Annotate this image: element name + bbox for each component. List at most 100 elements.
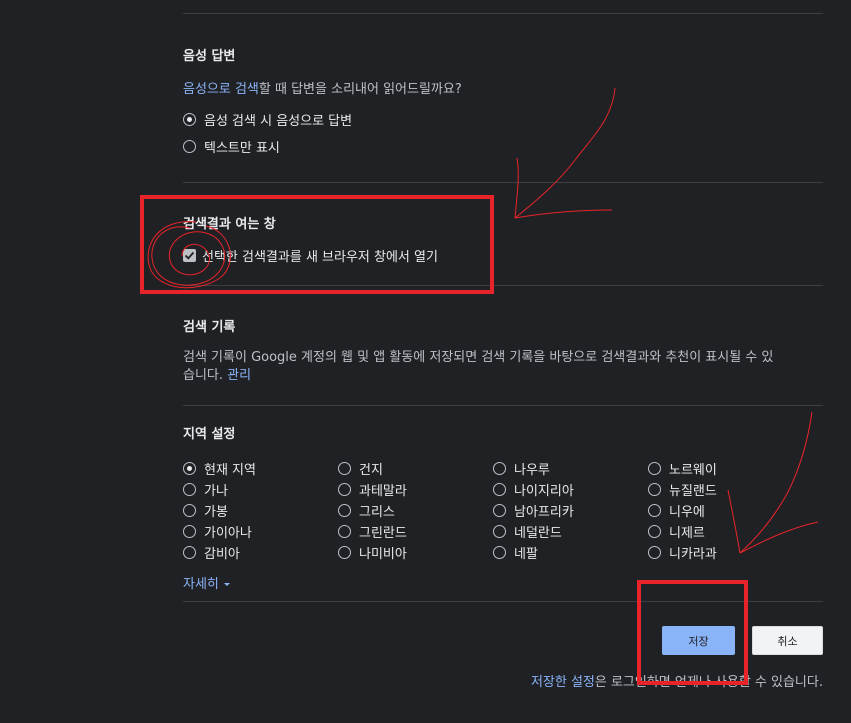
radio-button[interactable]: [183, 482, 196, 496]
divider-after-voice: [183, 182, 823, 183]
radio-button[interactable]: [493, 461, 506, 475]
region-option-label: 니제르: [669, 525, 705, 541]
region-option[interactable]: 남아프리카: [493, 501, 574, 520]
annotation-box-results-window: [140, 195, 494, 294]
radio-button[interactable]: [493, 524, 506, 538]
history-description-line1: 검색 기록이 Google 계정의 웹 및 앱 활동에 저장되면 검색 기록을 …: [183, 350, 774, 365]
region-option-label: 그리스: [359, 504, 395, 520]
divider-after-region: [183, 601, 823, 602]
region-option-label: 니우에: [669, 504, 705, 520]
new-window-checkbox[interactable]: [183, 248, 196, 262]
cancel-button[interactable]: 취소: [752, 626, 823, 655]
radio-button[interactable]: [648, 461, 661, 475]
voice-search-link[interactable]: 음성으로 검색: [183, 82, 259, 97]
region-more-link[interactable]: 자세히: [183, 573, 231, 592]
history-description: 검색 기록이 Google 계정의 웹 및 앱 활동에 저장되면 검색 기록을 …: [183, 349, 823, 385]
radio-button[interactable]: [338, 461, 351, 475]
voice-section-title: 음성 답변: [183, 49, 236, 64]
region-option[interactable]: 그린란드: [338, 522, 407, 541]
region-section-title: 지역 설정: [183, 427, 236, 442]
radio-button[interactable]: [493, 482, 506, 496]
region-option[interactable]: 그리스: [338, 501, 395, 520]
region-option-label: 건지: [359, 462, 383, 478]
annotation-arrow-bottom-head1: [727, 489, 741, 554]
region-option[interactable]: 건지: [338, 459, 383, 478]
region-option[interactable]: 니우에: [648, 501, 705, 520]
region-option-label: 니카라과: [669, 546, 717, 562]
radio-button-selected[interactable]: [183, 112, 196, 126]
radio-button[interactable]: [338, 482, 351, 496]
radio-button[interactable]: [648, 503, 661, 517]
region-option[interactable]: 뉴질랜드: [648, 480, 717, 499]
radio-button[interactable]: [648, 545, 661, 559]
save-button[interactable]: 저장: [662, 626, 735, 655]
region-option-label: 남아프리카: [514, 504, 574, 520]
region-more-label: 자세히: [183, 577, 219, 592]
region-option[interactable]: 과테말라: [338, 480, 407, 499]
caret-down-icon: [224, 583, 231, 586]
region-option[interactable]: 감비아: [183, 543, 240, 562]
region-option[interactable]: 가봉: [183, 501, 228, 520]
region-option-label: 과테말라: [359, 483, 407, 499]
radio-button[interactable]: [648, 524, 661, 538]
voice-option-speak-label: 음성 검색 시 음성으로 답변: [204, 113, 353, 129]
radio-button[interactable]: [183, 139, 196, 153]
radio-button[interactable]: [493, 503, 506, 517]
region-option[interactable]: 네덜란드: [493, 522, 562, 541]
history-manage-link[interactable]: 관리: [227, 368, 251, 383]
voice-option-speak[interactable]: 음성 검색 시 음성으로 답변: [183, 110, 353, 129]
region-option[interactable]: 나우루: [493, 459, 550, 478]
annotation-arrow-bottom-head2: [739, 521, 819, 554]
radio-button-selected[interactable]: [183, 461, 196, 475]
new-window-checkbox-row[interactable]: 선택한 검색결과를 새 브라우저 창에서 열기: [183, 246, 438, 265]
saved-settings-link[interactable]: 저장한 설정: [531, 675, 595, 690]
region-option[interactable]: 나미비아: [338, 543, 407, 562]
region-option[interactable]: 나이지리아: [493, 480, 574, 499]
annotation-arrow-top: [514, 87, 616, 219]
radio-button[interactable]: [338, 524, 351, 538]
region-option-label: 감비아: [204, 546, 240, 562]
region-option-label: 나이지리아: [514, 483, 574, 499]
voice-question: 음성으로 검색할 때 답변을 소리내어 읽어드릴까요?: [183, 78, 462, 97]
new-window-checkbox-label: 선택한 검색결과를 새 브라우저 창에서 열기: [202, 249, 438, 265]
region-option[interactable]: 현재 지역: [183, 459, 256, 478]
region-option-label: 네팔: [514, 546, 538, 562]
radio-button[interactable]: [493, 545, 506, 559]
annotation-arrow-top-head1: [514, 157, 519, 219]
divider-top: [183, 13, 823, 14]
region-option[interactable]: 가이아나: [183, 522, 252, 541]
voice-option-text[interactable]: 텍스트만 표시: [183, 137, 280, 156]
region-option-label: 가봉: [204, 504, 228, 520]
voice-option-text-label: 텍스트만 표시: [204, 140, 280, 156]
region-option-label: 뉴질랜드: [669, 483, 717, 499]
checkmark-icon: [184, 251, 195, 260]
region-option[interactable]: 니카라과: [648, 543, 717, 562]
region-option[interactable]: 니제르: [648, 522, 705, 541]
divider-after-results: [183, 285, 823, 286]
region-option[interactable]: 노르웨이: [648, 459, 717, 478]
annotation-arrow-top-head2: [514, 209, 613, 219]
radio-button[interactable]: [338, 545, 351, 559]
region-option-label: 네덜란드: [514, 525, 562, 541]
region-option-label: 가이아나: [204, 525, 252, 541]
region-option-label: 나우루: [514, 462, 550, 478]
footer-note-text: 은 로그인하면 언제나 사용할 수 있습니다.: [594, 675, 823, 690]
radio-button[interactable]: [648, 482, 661, 496]
voice-question-text: 할 때 답변을 소리내어 읽어드릴까요?: [258, 82, 462, 97]
region-option-label: 나미비아: [359, 546, 407, 562]
radio-button[interactable]: [338, 503, 351, 517]
history-section-title: 검색 기록: [183, 320, 236, 335]
region-option-label: 노르웨이: [669, 462, 717, 478]
divider-after-history: [183, 405, 823, 406]
region-option-label: 현재 지역: [204, 462, 256, 478]
region-option-label: 가나: [204, 483, 228, 499]
results-window-title: 검색결과 여는 창: [183, 217, 276, 232]
region-option[interactable]: 가나: [183, 480, 228, 499]
radio-button[interactable]: [183, 545, 196, 559]
region-option[interactable]: 네팔: [493, 543, 538, 562]
footer-note: 저장한 설정은 로그인하면 언제나 사용할 수 있습니다.: [531, 671, 823, 690]
radio-button[interactable]: [183, 503, 196, 517]
history-description-line2: 습니다.: [183, 368, 224, 383]
radio-button[interactable]: [183, 524, 196, 538]
annotation-arrow-bottom: [739, 411, 813, 554]
